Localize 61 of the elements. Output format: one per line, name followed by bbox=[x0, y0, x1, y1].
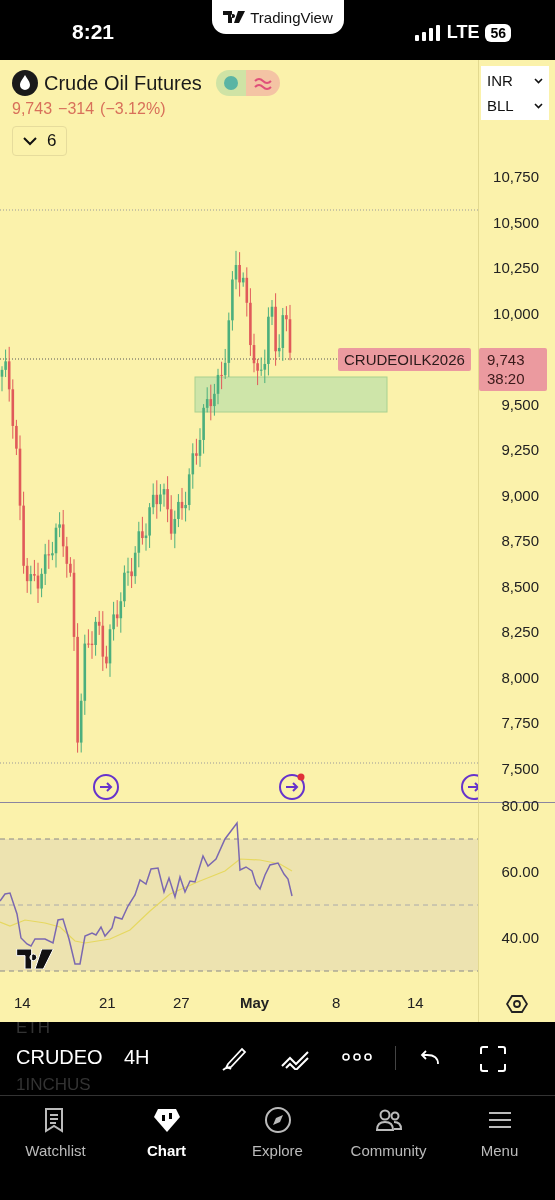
settings-icon[interactable] bbox=[506, 992, 528, 1015]
app-pill: TradingView bbox=[212, 0, 344, 34]
symbol-price-label: CRUDEOILK2026 bbox=[338, 348, 471, 371]
price-tick: 8,500 bbox=[501, 577, 539, 595]
price-tick: 8,000 bbox=[501, 668, 539, 686]
chevron-down-icon bbox=[534, 102, 543, 109]
zigzag-lines-icon[interactable] bbox=[280, 1048, 312, 1070]
chevron-down-icon bbox=[23, 136, 37, 146]
status-pill[interactable] bbox=[215, 70, 280, 96]
event-icon[interactable] bbox=[92, 772, 121, 800]
rsi-tick: 40.00 bbox=[501, 929, 539, 946]
more-icon[interactable] bbox=[342, 1052, 372, 1062]
nav-tab[interactable]: Explore bbox=[227, 1106, 328, 1159]
time-tick: 27 bbox=[173, 994, 190, 1011]
price-tick: 9,250 bbox=[501, 441, 539, 458]
price-tick: 8,750 bbox=[501, 532, 539, 549]
status-time: 8:21 bbox=[72, 20, 115, 44]
price-tick: 7,750 bbox=[501, 714, 539, 731]
event-icon[interactable] bbox=[278, 772, 307, 800]
price-tick: 10,250 bbox=[493, 259, 539, 276]
chevron-down-icon bbox=[534, 77, 543, 84]
logo-icon bbox=[223, 11, 246, 23]
price-tick: 9,000 bbox=[501, 486, 539, 504]
last-price: 9,743 bbox=[12, 100, 53, 118]
signal-icon bbox=[414, 24, 441, 41]
price-change: −314 bbox=[58, 100, 95, 118]
time-tick: 21 bbox=[99, 994, 116, 1011]
network-label: LTE bbox=[446, 22, 480, 43]
percent-change: (−3.12%) bbox=[100, 100, 166, 118]
price-tick: 8,250 bbox=[501, 623, 539, 640]
time-tick: 14 bbox=[407, 994, 424, 1011]
wave-icon bbox=[253, 76, 272, 90]
unit-dropdown[interactable]: BLL bbox=[481, 93, 549, 118]
unit-dropdown[interactable]: INR bbox=[481, 68, 549, 93]
compass-icon bbox=[263, 1106, 292, 1134]
time-tick: 14 bbox=[14, 994, 31, 1011]
logo-icon bbox=[14, 949, 56, 969]
price-tick: 10,750 bbox=[493, 168, 539, 185]
price-tick: 9,500 bbox=[501, 395, 539, 413]
price-tick: 7,500 bbox=[501, 759, 539, 777]
nav-tab[interactable]: Menu bbox=[449, 1106, 550, 1159]
gem-icon bbox=[152, 1106, 181, 1134]
time-tick: May bbox=[240, 994, 270, 1011]
oil-drop-icon bbox=[12, 70, 38, 96]
dot-icon bbox=[223, 76, 238, 90]
indicators-button[interactable]: 6 bbox=[12, 126, 68, 156]
interval-button[interactable]: 4H bbox=[124, 1046, 150, 1069]
fullscreen-icon[interactable] bbox=[480, 1046, 506, 1072]
nav-tab[interactable]: Watchlist bbox=[5, 1106, 106, 1159]
nav-tab[interactable]: Community bbox=[338, 1106, 439, 1159]
time-tick: 8 bbox=[332, 994, 341, 1011]
undo-icon[interactable] bbox=[420, 1048, 440, 1066]
price-tick: 10,000 bbox=[493, 304, 539, 322]
symbol-title: Crude Oil Futures bbox=[44, 71, 202, 95]
battery-level: 56 bbox=[485, 23, 511, 42]
price-tick: 10,500 bbox=[493, 213, 539, 231]
rsi-tick: 80.00 bbox=[501, 797, 539, 814]
nav-tab[interactable]: Chart bbox=[116, 1106, 217, 1159]
rsi-tick: 60.00 bbox=[501, 863, 539, 880]
symbol-picker[interactable]: CRUDEO bbox=[16, 1046, 103, 1069]
price-countdown-label: 9,743 38:20 bbox=[479, 348, 547, 391]
